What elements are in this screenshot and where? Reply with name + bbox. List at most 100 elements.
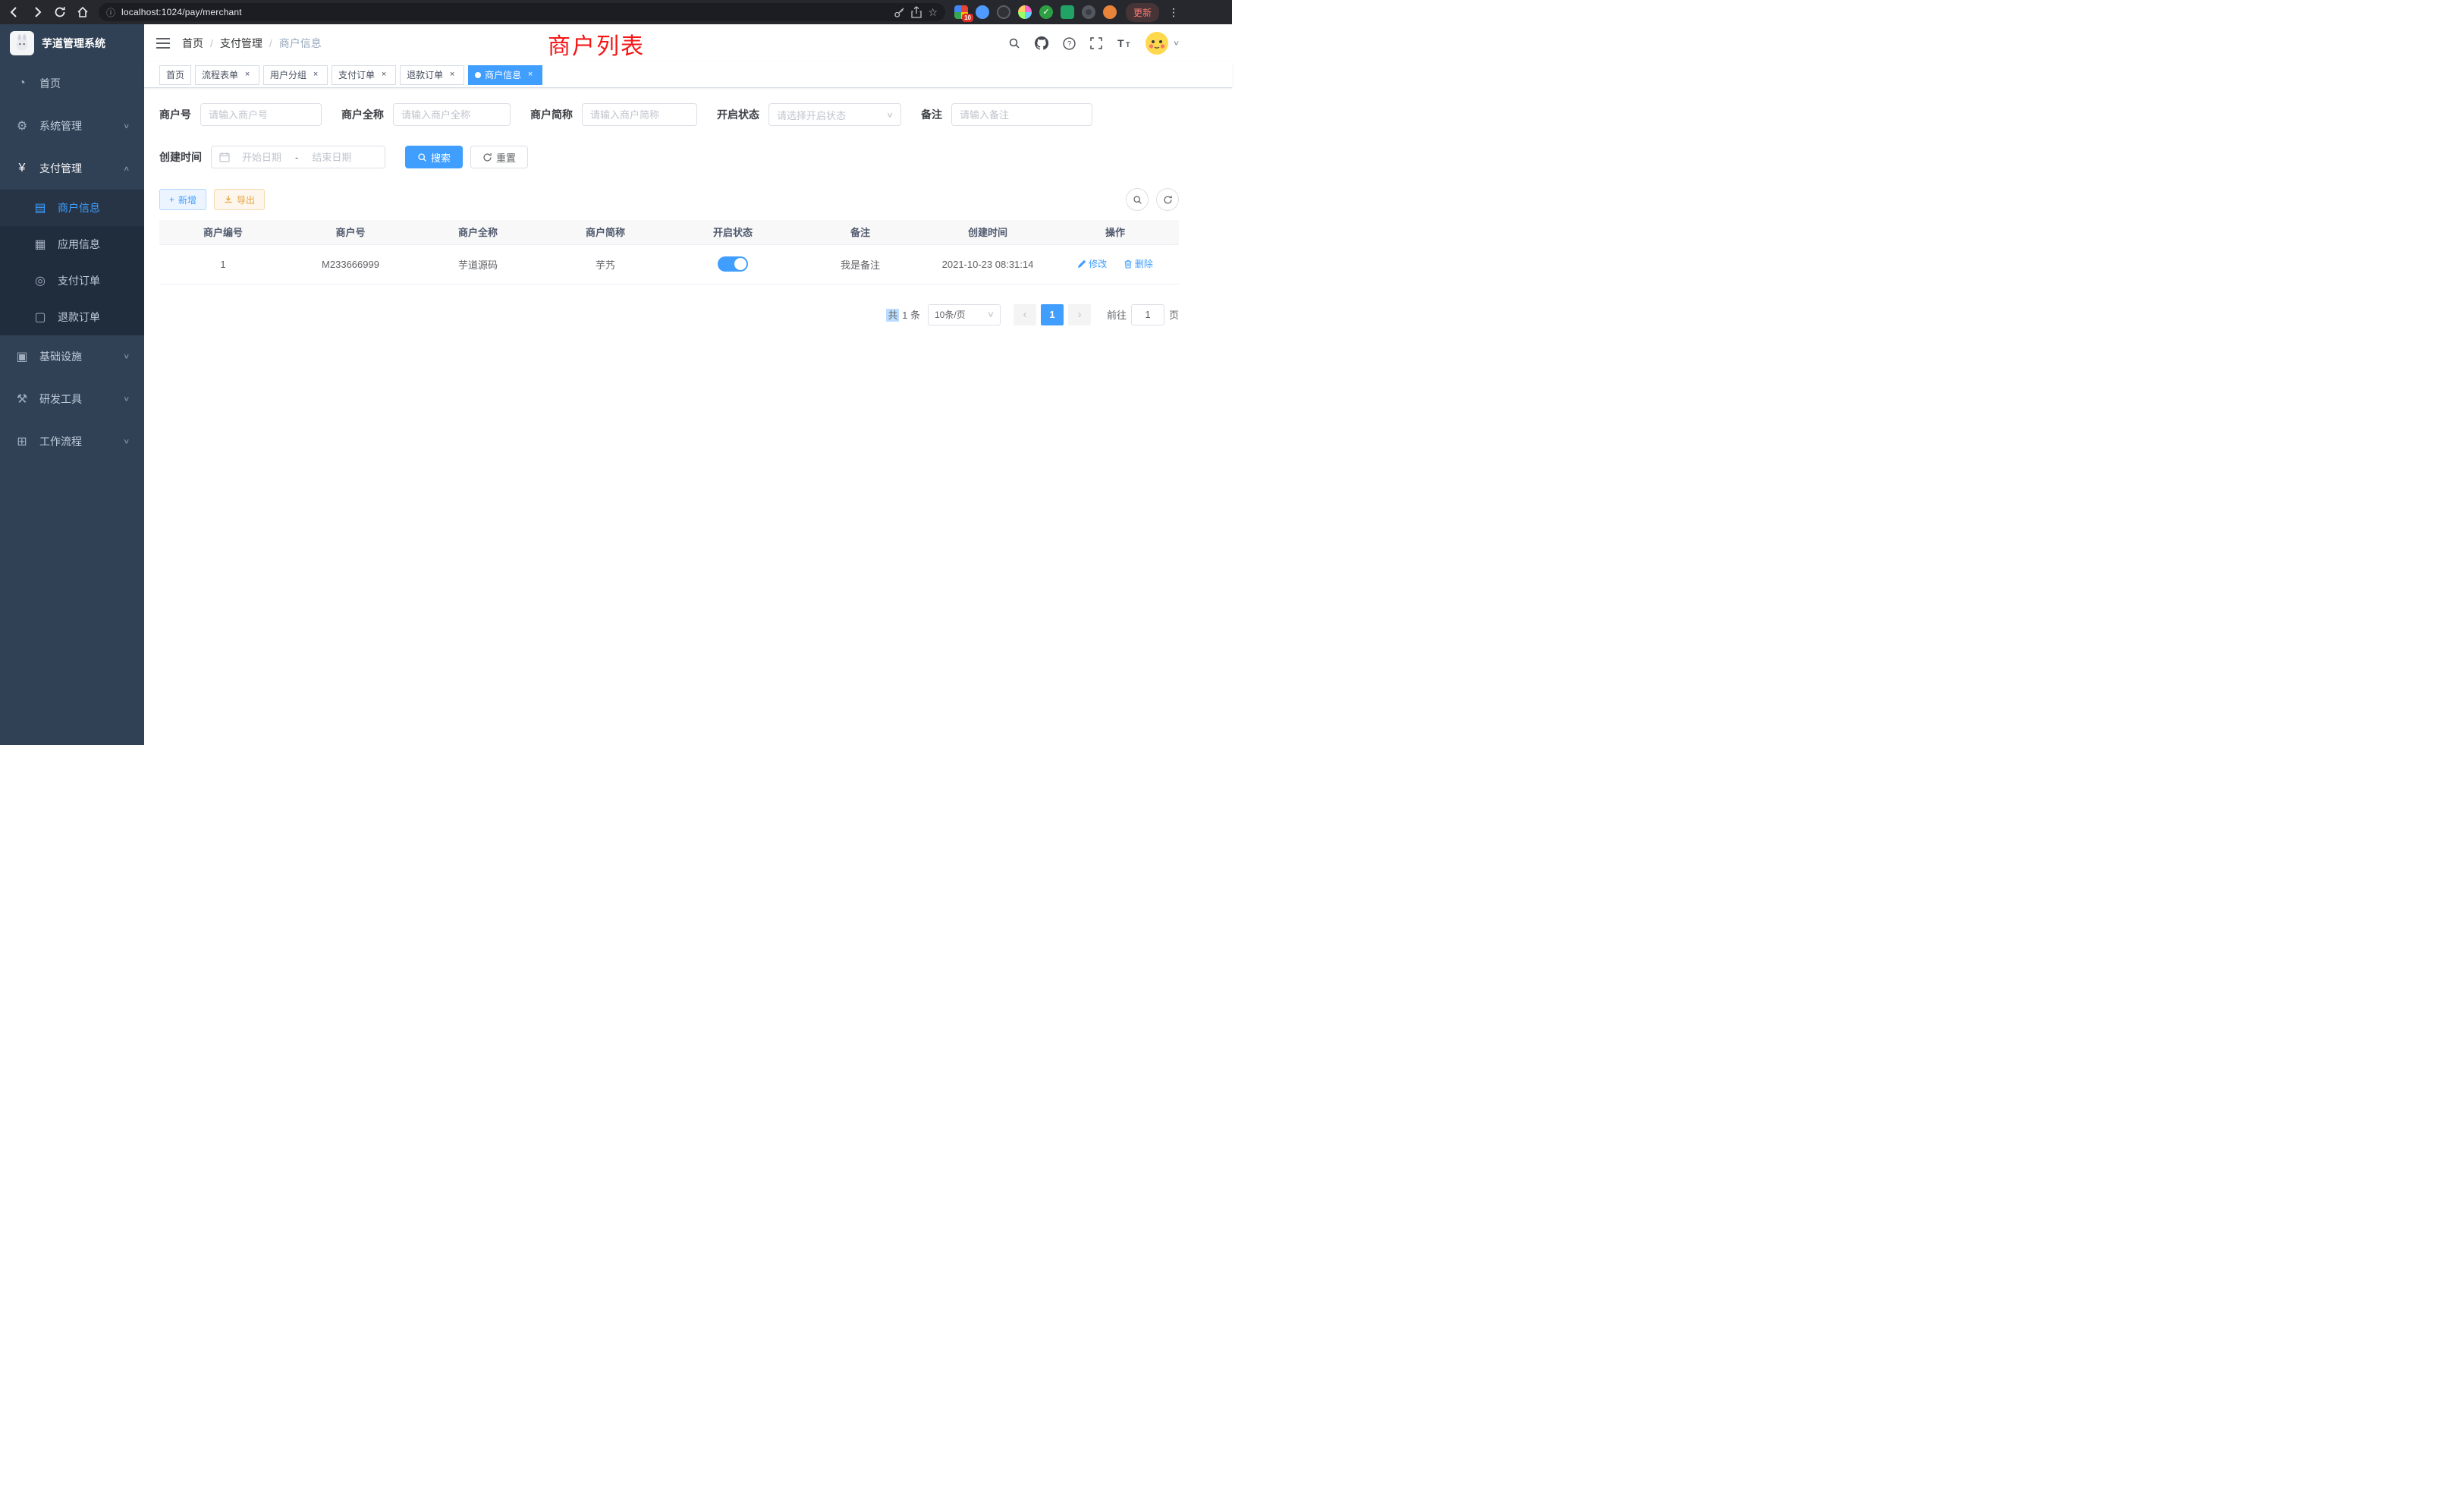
col-merchant-no: 商户号	[287, 220, 414, 244]
close-icon[interactable]: ×	[447, 70, 457, 80]
refresh-button[interactable]	[1156, 188, 1179, 211]
gear-icon: ⚙	[15, 118, 29, 134]
browser-forward-icon[interactable]	[30, 5, 44, 19]
merchant-short-input[interactable]	[590, 109, 689, 121]
extension-notebook-icon[interactable]	[1061, 5, 1074, 19]
cell-merchant-id: 1	[159, 244, 287, 284]
hide-search-button[interactable]	[1126, 188, 1149, 211]
browser-back-icon[interactable]	[8, 5, 21, 19]
merchant-name-input[interactable]	[401, 109, 502, 121]
browser-home-icon[interactable]	[76, 5, 90, 19]
chevron-down-icon: ∨	[987, 310, 995, 319]
tab-merchant-info[interactable]: 商户信息 ×	[468, 65, 542, 85]
address-bar[interactable]: ⓘ localhost:1024/pay/merchant ☆	[99, 3, 945, 21]
page-content: 商户号 商户全称 商户简称 开启状态 请选择开启状态	[144, 88, 1232, 325]
app-logo[interactable]: 芋道管理系统	[0, 24, 144, 62]
status-toggle[interactable]	[718, 256, 748, 272]
tabs-bar: 首页 流程表单 × 用户分组 × 支付订单 × 退款订单 × 商户信息 ×	[144, 62, 1232, 88]
prev-page-button[interactable]: ‹	[1014, 304, 1036, 325]
start-date-input[interactable]	[234, 152, 289, 163]
edit-pencil-icon	[1077, 259, 1086, 269]
page-size-select[interactable]: 10条/页 ∨	[928, 304, 1001, 325]
github-icon[interactable]	[1035, 36, 1048, 50]
bookmark-star-icon[interactable]: ☆	[928, 6, 938, 19]
edit-link[interactable]: 修改	[1077, 257, 1107, 270]
goto-page-input[interactable]	[1131, 304, 1164, 325]
tab-process-form[interactable]: 流程表单 ×	[195, 65, 259, 85]
sidebar-item-infrastructure[interactable]: ▣ 基础设施 ∨	[0, 335, 144, 378]
chevron-up-icon: ∧	[123, 165, 130, 172]
sidebar-item-system[interactable]: ⚙ 系统管理 ∨	[0, 105, 144, 147]
tab-user-group[interactable]: 用户分组 ×	[263, 65, 328, 85]
cell-create-time: 2021-10-23 08:31:14	[924, 244, 1051, 284]
reset-button[interactable]: 重置	[470, 146, 528, 168]
col-remark: 备注	[797, 220, 924, 244]
user-avatar[interactable]: ∨	[1146, 32, 1179, 55]
fullscreen-icon[interactable]	[1090, 37, 1102, 49]
extension-drop-icon[interactable]	[976, 5, 989, 19]
merchant-no-input[interactable]	[209, 109, 313, 121]
search-button[interactable]: 搜索	[405, 146, 463, 168]
plus-icon: +	[169, 194, 174, 205]
sidebar-item-pay-order[interactable]: ◎ 支付订单	[0, 262, 144, 299]
close-icon[interactable]: ×	[242, 70, 253, 80]
extension-dark-ring-icon[interactable]	[997, 5, 1010, 19]
tab-pay-order[interactable]: 支付订单 ×	[332, 65, 396, 85]
page-info-icon[interactable]: ⓘ	[106, 6, 115, 19]
close-icon[interactable]: ×	[379, 70, 389, 80]
tab-refund-order[interactable]: 退款订单 ×	[400, 65, 464, 85]
next-page-button[interactable]: ›	[1068, 304, 1091, 325]
sidebar-item-payment[interactable]: ¥ 支付管理 ∧	[0, 147, 144, 190]
status-select[interactable]: 请选择开启状态 ∨	[768, 103, 901, 126]
date-range-picker[interactable]: -	[211, 146, 385, 168]
font-size-icon[interactable]: TT	[1117, 37, 1131, 49]
password-key-icon[interactable]	[894, 7, 905, 18]
delete-link[interactable]: 删除	[1124, 257, 1153, 270]
table-row: 1 M233666999 芋道源码 芋艿 我是备注 2021-10-23 08:…	[159, 244, 1179, 284]
app-title: 芋道管理系统	[42, 36, 105, 51]
sidebar-item-refund-order[interactable]: ▢ 退款订单	[0, 299, 144, 335]
svg-text:T: T	[1117, 37, 1124, 49]
close-icon[interactable]: ×	[310, 70, 321, 80]
breadcrumb-payment[interactable]: 支付管理	[220, 36, 262, 51]
extension-pinwheel-icon[interactable]	[1082, 5, 1095, 19]
end-date-input[interactable]	[304, 152, 359, 163]
chrome-update-button[interactable]: 更新	[1126, 3, 1159, 22]
browser-menu-icon[interactable]: ⋮	[1168, 6, 1179, 19]
close-icon[interactable]: ×	[525, 70, 536, 80]
export-button[interactable]: 导出	[214, 189, 265, 210]
breadcrumb-home[interactable]: 首页	[182, 36, 203, 51]
sidebar-toggle-icon[interactable]	[156, 37, 170, 49]
col-create-time: 创建时间	[924, 220, 1051, 244]
top-navbar: 首页 / 支付管理 / 商户信息 ? TT ∨	[144, 24, 1232, 62]
help-icon[interactable]: ?	[1063, 37, 1076, 50]
extension-color-wheel-icon[interactable]	[1018, 5, 1032, 19]
svg-text:?: ?	[1067, 39, 1071, 48]
table-header-row: 商户编号 商户号 商户全称 商户简称 开启状态 备注 创建时间 操作	[159, 220, 1179, 244]
tab-home[interactable]: 首页	[159, 65, 191, 85]
logo-image	[10, 31, 34, 55]
extension-avatar-icon[interactable]	[1103, 5, 1117, 19]
tools-icon: ⚒	[15, 391, 29, 407]
active-tab-dot	[475, 72, 481, 78]
page-1-button[interactable]: 1	[1041, 304, 1064, 325]
browser-reload-icon[interactable]	[53, 5, 67, 19]
add-button[interactable]: + 新增	[159, 189, 206, 210]
sidebar-item-workflow[interactable]: ⊞ 工作流程 ∨	[0, 420, 144, 463]
pagination-total: 共 1 条	[886, 307, 920, 322]
chevron-down-icon: ∨	[123, 438, 130, 445]
filter-merchant-no: 商户号	[159, 103, 322, 126]
cell-status	[669, 244, 797, 284]
sidebar-item-dev-tools[interactable]: ⚒ 研发工具 ∨	[0, 378, 144, 420]
chevron-down-icon: ∨	[886, 110, 894, 119]
sidebar-item-app-info[interactable]: ▦ 应用信息	[0, 226, 144, 262]
remark-input[interactable]	[960, 109, 1084, 121]
sidebar-item-home[interactable]: ◔ 首页	[0, 62, 144, 105]
extension-green-check-icon[interactable]: ✓	[1039, 5, 1053, 19]
search-icon[interactable]	[1008, 37, 1020, 49]
payment-submenu: ▤ 商户信息 ▦ 应用信息 ◎ 支付订单 ▢ 退款订单	[0, 190, 144, 335]
share-icon[interactable]	[911, 6, 922, 18]
document-icon: ▢	[33, 310, 47, 325]
sidebar-item-merchant-info[interactable]: ▤ 商户信息	[0, 190, 144, 226]
extension-grid-icon[interactable]: 10	[954, 5, 968, 19]
